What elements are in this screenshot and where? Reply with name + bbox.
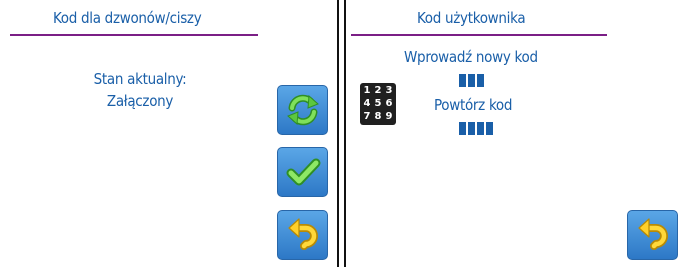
- new-code-field[interactable]: [459, 74, 484, 87]
- code-digit-mask: [477, 122, 484, 135]
- user-code-screen: Kod użytkownika Wprowadź nowy kod 123 456…: [344, 0, 681, 267]
- code-digit-mask: [468, 122, 475, 135]
- code-digit-mask: [477, 74, 484, 87]
- back-arrow-icon: [287, 218, 318, 250]
- keypad-key: 8: [374, 111, 382, 122]
- title-underline: [351, 34, 607, 36]
- code-digit-mask: [459, 122, 466, 135]
- keypad-key: 7: [363, 111, 371, 122]
- toggle-button[interactable]: [277, 85, 328, 135]
- refresh-icon: [286, 94, 319, 126]
- keypad-icon: 123 456 789: [360, 83, 396, 125]
- confirm-button[interactable]: [277, 147, 328, 197]
- checkmark-icon: [286, 158, 320, 186]
- back-button[interactable]: [277, 210, 328, 260]
- status-label: Stan aktualny:: [93, 70, 187, 88]
- keypad-key: 3: [385, 85, 393, 96]
- keypad-key: 2: [374, 85, 382, 96]
- repeat-code-label: Powtórz kod: [434, 96, 513, 114]
- title-underline: [10, 34, 258, 36]
- keypad-key: 1: [363, 85, 371, 96]
- keypad-key: 4: [363, 98, 371, 109]
- back-button[interactable]: [627, 210, 678, 260]
- screen-title: Kod użytkownika: [417, 9, 526, 27]
- screen-title: Kod dla dzwonów/ciszy: [53, 9, 202, 27]
- ring-silence-code-screen: Kod dla dzwonów/ciszy Stan aktualny: Zał…: [0, 0, 339, 267]
- new-code-label: Wprowadź nowy kod: [404, 48, 538, 66]
- keypad-key: 5: [374, 98, 382, 109]
- code-digit-mask: [459, 74, 466, 87]
- code-digit-mask: [486, 122, 493, 135]
- keypad-key: 6: [385, 98, 393, 109]
- status-block: Stan aktualny: Załączony: [40, 68, 240, 112]
- code-digit-mask: [468, 74, 475, 87]
- repeat-code-field[interactable]: [459, 122, 493, 135]
- status-value: Załączony: [106, 92, 174, 110]
- back-arrow-icon: [637, 218, 668, 250]
- keypad-key: 9: [385, 111, 393, 122]
